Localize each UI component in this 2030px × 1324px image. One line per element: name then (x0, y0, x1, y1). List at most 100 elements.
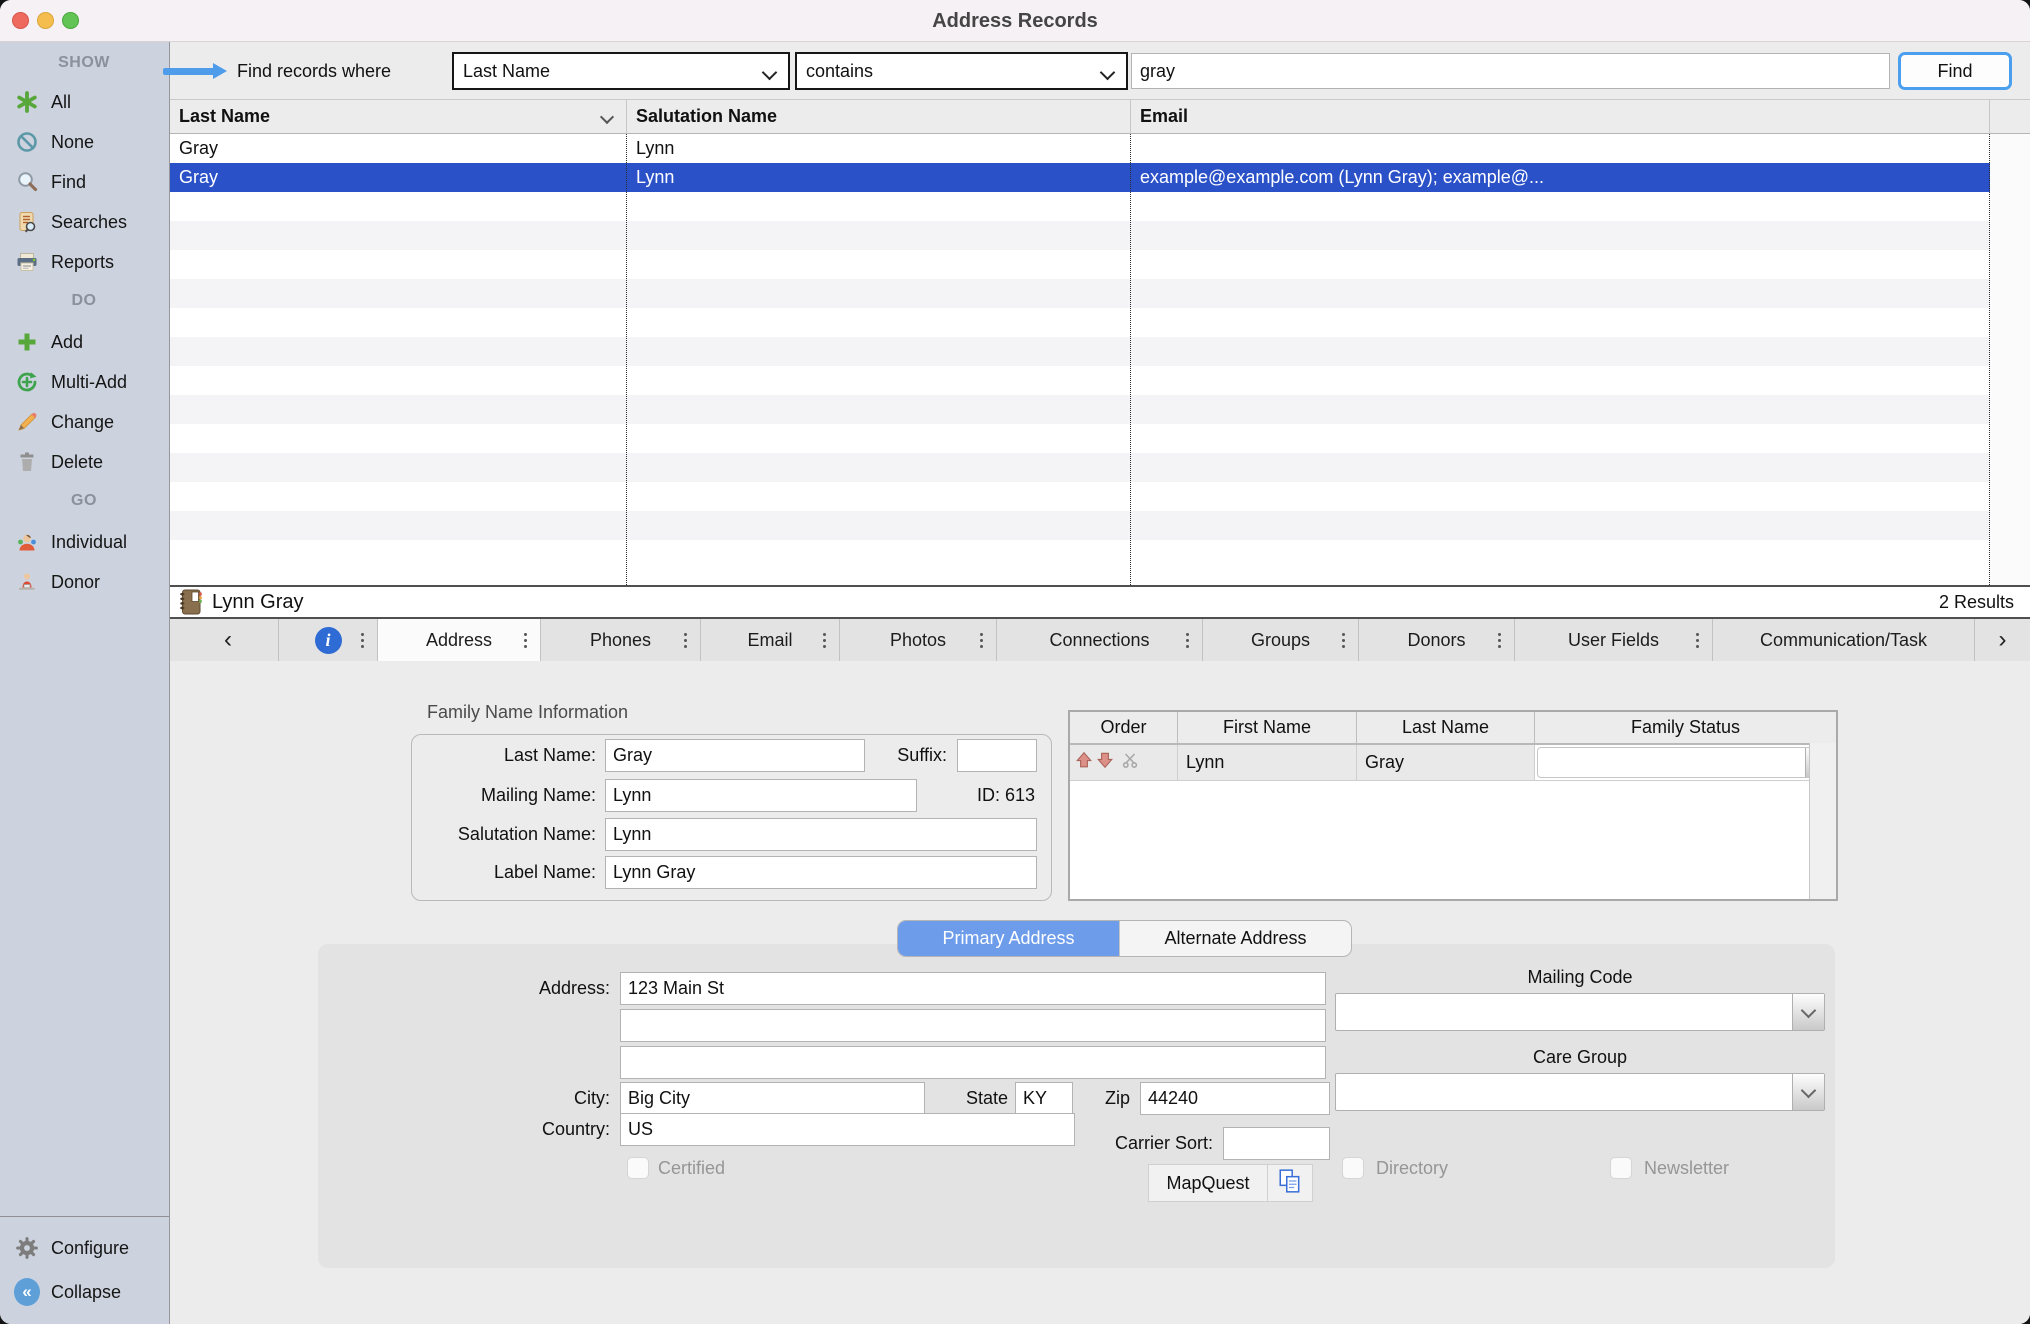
find-button[interactable]: Find (1898, 52, 2012, 90)
primary-address-tab[interactable]: Primary Address (898, 921, 1119, 956)
tab-communication-task[interactable]: Communication/Task (1713, 619, 1975, 661)
copy-address-button[interactable] (1268, 1165, 1312, 1201)
sidebar-item-individual[interactable]: Individual (0, 528, 168, 556)
operator-select[interactable]: contains (795, 52, 1128, 90)
drag-dots-icon (524, 639, 527, 642)
info-icon: i (315, 627, 342, 654)
care-group-label: Care Group (1335, 1047, 1825, 1068)
sidebar-section-do: DO (0, 292, 168, 310)
country-field[interactable]: US (620, 1113, 1075, 1146)
sidebar-item-multi-add[interactable]: Multi-Add (0, 368, 168, 396)
tab-address[interactable]: Address (378, 619, 541, 661)
empty-row (170, 221, 1990, 250)
mailing-name-label: Mailing Name: (296, 779, 596, 812)
record-name: Lynn Gray (212, 591, 304, 614)
zip-field[interactable]: 44240 (1140, 1082, 1330, 1115)
move-down-icon[interactable] (1096, 751, 1114, 774)
drag-dots-icon (823, 639, 826, 642)
care-group-select[interactable] (1335, 1073, 1825, 1111)
suffix-field[interactable] (957, 739, 1037, 772)
tab-email[interactable]: Email (701, 619, 840, 661)
empty-row (170, 279, 1990, 308)
certified-checkbox-label: Certified (658, 1157, 725, 1179)
column-header-email[interactable]: Email (1131, 100, 1990, 134)
column-header-last-name[interactable]: Last Name (170, 100, 627, 134)
field-select[interactable]: Last Name (452, 52, 790, 90)
newsletter-checkbox[interactable] (1610, 1157, 1632, 1179)
cut-member-icon[interactable] (1121, 751, 1139, 774)
alternate-address-tab[interactable]: Alternate Address (1119, 921, 1351, 956)
tab-user-fields[interactable]: User Fields (1515, 619, 1713, 661)
sidebar-item-find[interactable]: Find (0, 168, 168, 196)
directory-checkbox-label: Directory (1376, 1157, 1448, 1179)
sidebar-item-all[interactable]: All (0, 88, 168, 116)
move-up-icon[interactable] (1075, 751, 1093, 774)
family-members-table: Order First Name Last Name Family Status… (1068, 710, 1838, 901)
column-divider[interactable] (1989, 134, 1990, 585)
tab-label: Email (747, 630, 792, 651)
carrier-sort-label: Carrier Sort: (1013, 1127, 1213, 1160)
address-line3-field[interactable] (620, 1046, 1326, 1079)
family-status-select[interactable] (1537, 747, 1834, 778)
results-header-row: Last Name Salutation Name Email (170, 100, 2030, 134)
mailing-code-select[interactable] (1335, 993, 1825, 1031)
tab-donors[interactable]: Donors (1359, 619, 1515, 661)
sidebar-item-none[interactable]: None (0, 128, 168, 156)
sidebar-item-donor[interactable]: Donor (0, 568, 168, 596)
asterisk-icon (14, 89, 40, 115)
member-first-name[interactable]: Lynn (1178, 745, 1357, 781)
results-scrollbar-track[interactable] (1990, 134, 2030, 585)
tabs-scroll-back-button[interactable]: ‹ (178, 619, 279, 661)
address-line1-field[interactable]: 123 Main St (620, 972, 1326, 1005)
state-field[interactable]: KY (1015, 1082, 1073, 1115)
label-name-field[interactable]: Lynn Gray (605, 856, 1037, 889)
operator-select-value: contains (806, 54, 873, 88)
tab-groups[interactable]: Groups (1203, 619, 1359, 661)
sidebar-item-reports[interactable]: Reports (0, 248, 168, 276)
sidebar-item-searches[interactable]: Searches (0, 208, 168, 236)
sidebar-divider (0, 1216, 169, 1217)
column-header-salutation[interactable]: Salutation Name (627, 100, 1131, 134)
column-divider[interactable] (1130, 134, 1131, 585)
table-row-selected[interactable]: Gray Lynn example@example.com (Lynn Gray… (170, 163, 1990, 192)
drag-dots-icon (1342, 639, 1345, 642)
sidebar-item-label: Delete (51, 452, 103, 473)
sidebar-item-configure[interactable]: Configure (0, 1234, 168, 1262)
sidebar-item-delete[interactable]: Delete (0, 448, 168, 476)
cell-last-name: Gray (170, 163, 627, 192)
sidebar-item-label: Add (51, 332, 83, 353)
carrier-sort-field[interactable] (1223, 1127, 1330, 1160)
members-scrollbar-track[interactable] (1809, 743, 1836, 899)
column-divider[interactable] (626, 134, 627, 585)
address-line2-field[interactable] (620, 1009, 1326, 1042)
empty-row (170, 453, 1990, 482)
empty-row (170, 395, 1990, 424)
label-name-label: Label Name: (296, 856, 596, 889)
drag-dots-icon (1186, 639, 1189, 642)
member-last-name[interactable]: Gray (1357, 745, 1535, 781)
certified-checkbox[interactable] (627, 1157, 649, 1179)
tab-phones[interactable]: Phones (541, 619, 701, 661)
empty-row (170, 366, 1990, 395)
search-query-input[interactable]: gray (1131, 53, 1890, 89)
column-header-filler (1990, 100, 2030, 134)
tabs-scroll-forward-button[interactable]: › (1975, 619, 2030, 661)
sidebar-item-add[interactable]: Add (0, 328, 168, 356)
city-field[interactable]: Big City (620, 1082, 925, 1115)
tab-connections[interactable]: Connections (997, 619, 1203, 661)
drag-dots-icon (684, 639, 687, 642)
salutation-name-field[interactable]: Lynn (605, 818, 1037, 851)
column-header-label: Last Name (179, 106, 270, 126)
donor-person-icon (14, 569, 40, 595)
address-type-segmented-control: Primary Address Alternate Address (897, 920, 1352, 957)
member-row[interactable]: Lynn Gray (1070, 745, 1836, 781)
directory-checkbox[interactable] (1342, 1157, 1364, 1179)
sidebar-item-collapse[interactable]: « Collapse (0, 1278, 168, 1306)
tab-photos[interactable]: Photos (840, 619, 997, 661)
order-column-header: Order (1070, 712, 1178, 743)
mapquest-button[interactable]: MapQuest (1149, 1165, 1268, 1201)
table-row[interactable]: Gray Lynn (170, 134, 1990, 163)
gear-icon (14, 1235, 40, 1261)
tab-info[interactable]: i (279, 619, 378, 661)
sidebar-item-change[interactable]: Change (0, 408, 168, 436)
